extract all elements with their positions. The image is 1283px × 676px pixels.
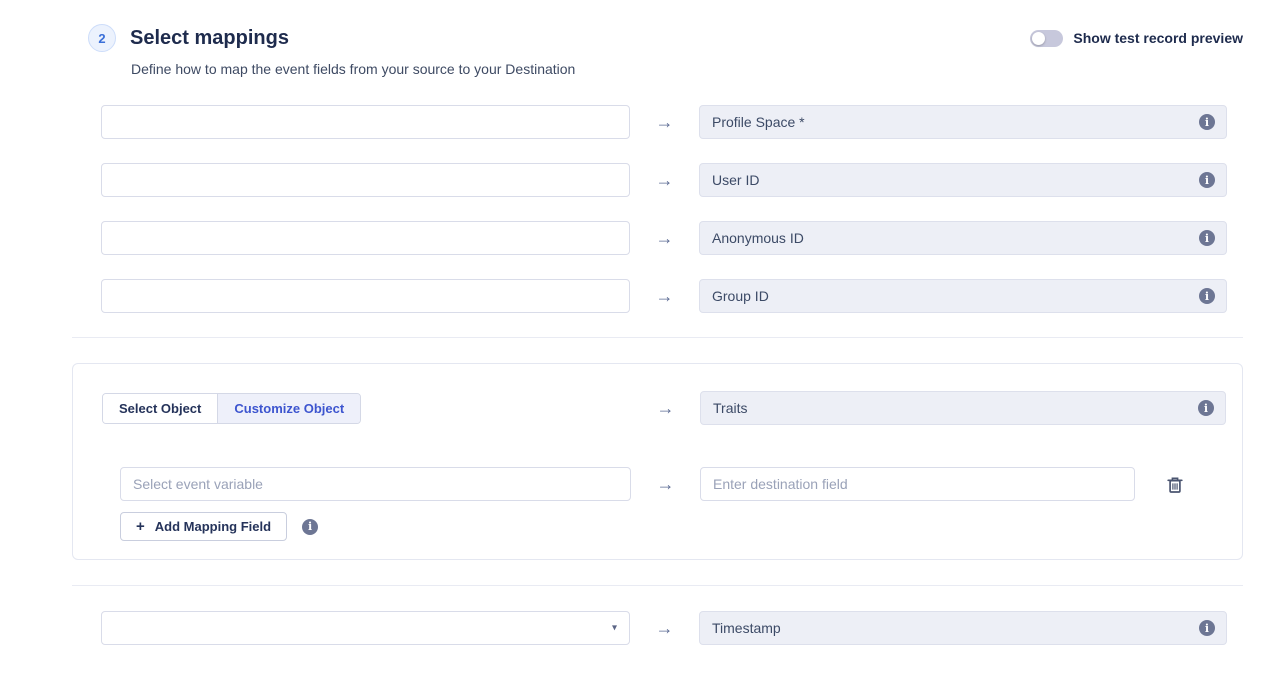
destination-cell (700, 467, 1242, 501)
section-divider (72, 585, 1243, 586)
source-cell (72, 221, 630, 255)
header: 2 Select mappings Show test record previ… (72, 24, 1243, 52)
info-icon[interactable]: i (302, 519, 318, 535)
mapping-row-user-id: → User ID i (72, 163, 1243, 197)
toggle-label: Show test record preview (1073, 30, 1243, 46)
section-divider (72, 337, 1243, 338)
group-id-source-input[interactable] (101, 279, 630, 313)
add-mapping-row: + Add Mapping Field i (73, 512, 1242, 541)
destination-field-profile-space: Profile Space * i (699, 105, 1227, 139)
destination-field-label: Anonymous ID (712, 230, 804, 246)
simple-mappings-list: → Profile Space * i → User ID i (72, 105, 1243, 313)
destination-cell: Group ID i (699, 279, 1243, 313)
timestamp-source-select[interactable]: ▾ (101, 611, 630, 645)
page-title: Select mappings (130, 27, 289, 50)
info-icon[interactable]: i (1199, 230, 1215, 246)
arrow-right-icon: → (631, 398, 700, 419)
plus-icon: + (136, 518, 145, 535)
source-cell: ▾ (72, 611, 630, 645)
info-icon[interactable]: i (1199, 620, 1215, 636)
destination-field-label: Traits (713, 400, 747, 416)
anonymous-id-source-input[interactable] (101, 221, 630, 255)
destination-field-anonymous-id: Anonymous ID i (699, 221, 1227, 255)
source-cell (72, 105, 630, 139)
step-number-badge: 2 (88, 24, 116, 52)
add-mapping-field-button[interactable]: + Add Mapping Field (120, 512, 287, 541)
tab-customize-object[interactable]: Customize Object (217, 394, 360, 423)
custom-mapping-row: → (73, 467, 1242, 501)
page-subtitle: Define how to map the event fields from … (131, 61, 1243, 77)
info-icon[interactable]: i (1198, 400, 1214, 416)
mapping-row-timestamp: ▾ → Timestamp i (72, 611, 1243, 645)
add-mapping-field-label: Add Mapping Field (155, 519, 271, 534)
user-id-source-input[interactable] (101, 163, 630, 197)
destination-cell: Timestamp i (699, 611, 1243, 645)
destination-field-label: Timestamp (712, 620, 781, 636)
toggle-knob (1032, 32, 1045, 45)
show-test-record-preview-toggle[interactable]: Show test record preview (1030, 30, 1243, 47)
source-cell (72, 279, 630, 313)
mapping-row-group-id: → Group ID i (72, 279, 1243, 313)
destination-cell: Anonymous ID i (699, 221, 1243, 255)
object-tabs-cell: Select Object Customize Object (73, 393, 631, 424)
arrow-right-icon: → (630, 170, 699, 191)
destination-field-timestamp: Timestamp i (699, 611, 1227, 645)
tab-select-object[interactable]: Select Object (103, 394, 217, 423)
arrow-right-icon: → (630, 228, 699, 249)
arrow-right-icon: → (630, 112, 699, 133)
arrow-right-icon: → (630, 286, 699, 307)
source-cell (72, 163, 630, 197)
destination-field-label: Profile Space * (712, 114, 805, 130)
traits-mapping-section: Select Object Customize Object → Traits … (72, 363, 1243, 560)
info-icon[interactable]: i (1199, 172, 1215, 188)
event-variable-input[interactable] (120, 467, 631, 501)
chevron-down-icon: ▾ (612, 623, 617, 634)
destination-field-label: Group ID (712, 288, 769, 304)
trash-icon (1167, 476, 1183, 493)
destination-cell: Traits i (700, 391, 1242, 425)
mapping-row-profile-space: → Profile Space * i (72, 105, 1243, 139)
arrow-right-icon: → (630, 618, 699, 639)
destination-field-label: User ID (712, 172, 759, 188)
traits-header-row: Select Object Customize Object → Traits … (73, 391, 1242, 425)
info-icon[interactable]: i (1199, 288, 1215, 304)
delete-mapping-button[interactable] (1165, 474, 1185, 495)
destination-field-input[interactable] (700, 467, 1135, 501)
destination-field-group-id: Group ID i (699, 279, 1227, 313)
destination-field-user-id: User ID i (699, 163, 1227, 197)
object-tab-group: Select Object Customize Object (102, 393, 361, 424)
arrow-right-icon: → (631, 474, 700, 495)
destination-cell: Profile Space * i (699, 105, 1243, 139)
info-icon[interactable]: i (1199, 114, 1215, 130)
destination-cell: User ID i (699, 163, 1243, 197)
select-mappings-page: 2 Select mappings Show test record previ… (72, 0, 1243, 645)
profile-space-source-input[interactable] (101, 105, 630, 139)
mapping-row-anonymous-id: → Anonymous ID i (72, 221, 1243, 255)
toggle-switch-icon[interactable] (1030, 30, 1063, 47)
source-cell (73, 467, 631, 501)
destination-field-traits: Traits i (700, 391, 1226, 425)
